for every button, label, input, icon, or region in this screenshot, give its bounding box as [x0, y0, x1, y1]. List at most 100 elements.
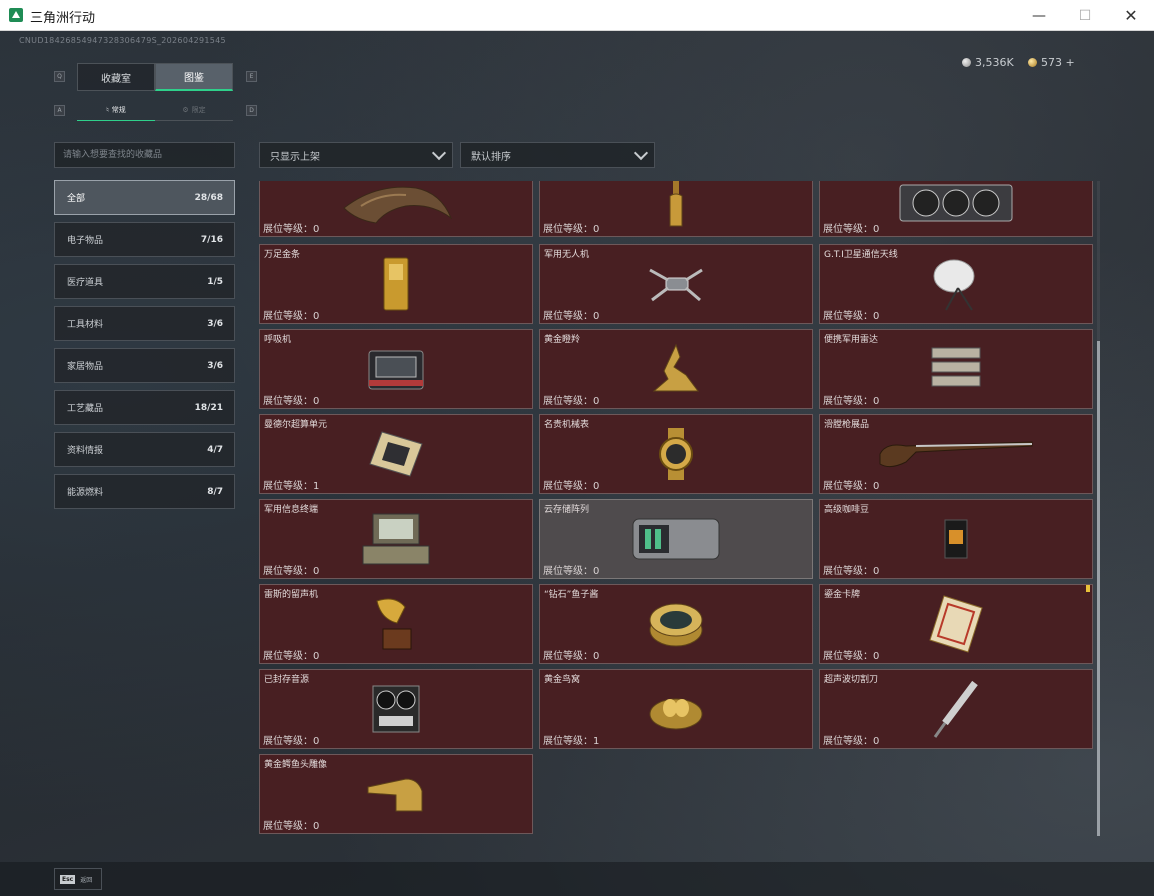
shelf-filter-dropdown[interactable]: 只显示上架 — [259, 142, 453, 168]
item-card-ultrasonic-cutter[interactable]: 超声波切割刀 展位等级：0 — [819, 669, 1093, 749]
category-all[interactable]: 全部 28/68 — [54, 180, 235, 215]
item-card-musket[interactable]: 滑膛枪展品 展位等级：0 — [819, 414, 1093, 494]
item-card-sealed-audio[interactable]: 已封存音源 展位等级：0 — [259, 669, 533, 749]
item-name: 云存储阵列 — [544, 505, 590, 515]
category-label: 工艺藏品 — [67, 404, 104, 414]
item-card-ventilator[interactable]: 呼吸机 展位等级：0 — [259, 329, 533, 409]
item-name: 黄金鸟窝 — [544, 675, 581, 685]
graphics-card-icon — [899, 184, 1013, 222]
item-name: 雷斯的留声机 — [264, 590, 319, 600]
crocodile-icon — [367, 778, 423, 812]
item-card-watch[interactable]: 名贵机械表 展位等级：0 — [539, 414, 813, 494]
item-card-claw[interactable]: 展位等级：0 — [259, 181, 533, 237]
item-name: 曼德尔超算单元 — [264, 420, 328, 430]
item-level: 展位等级：0 — [543, 224, 600, 235]
grid-scrollbar-thumb[interactable] — [1097, 341, 1100, 836]
storage-array-icon — [632, 518, 720, 560]
key-hint-q: Q — [54, 71, 65, 82]
category-medical[interactable]: 医疗道具 1/5 — [54, 264, 235, 299]
ventilator-icon — [368, 350, 424, 390]
item-card-golden-nest[interactable]: 黄金鸟窝 展位等级：1 — [539, 669, 813, 749]
search-input[interactable] — [54, 142, 235, 168]
chevron-down-icon — [633, 145, 649, 161]
tab-codex[interactable]: 图鉴 — [155, 63, 233, 91]
category-household[interactable]: 家居物品 3/6 — [54, 348, 235, 383]
category-label: 全部 — [67, 194, 86, 204]
item-card-coffee-beans[interactable]: 高级咖啡豆 展位等级：0 — [819, 499, 1093, 579]
maximize-button[interactable]: ☐ — [1062, 0, 1108, 31]
item-card-graphics-card[interactable]: 展位等级：0 — [819, 181, 1093, 237]
item-name: 万足金条 — [264, 250, 301, 260]
category-crafts[interactable]: 工艺藏品 18/21 — [54, 390, 235, 425]
category-count: 28/68 — [194, 192, 223, 203]
item-level: 展位等级：0 — [823, 651, 880, 662]
item-name: 呼吸机 — [264, 335, 292, 345]
category-label: 能源燃料 — [67, 488, 104, 498]
item-level: 展位等级：0 — [263, 224, 320, 235]
footer-bar — [0, 862, 1154, 896]
item-name: 名贵机械表 — [544, 420, 590, 430]
item-card-gold-crocodile[interactable]: 黄金鳄鱼头雕像 展位等级：0 — [259, 754, 533, 834]
bottle-icon — [669, 181, 683, 227]
item-card-gilded-card[interactable]: 鎏金卡牌 展位等级：0 — [819, 584, 1093, 664]
item-level: 展位等级：0 — [543, 481, 600, 492]
back-button[interactable]: Esc 返回 — [54, 868, 102, 890]
sort-dropdown[interactable]: 默认排序 — [460, 142, 655, 168]
item-level: 展位等级：0 — [263, 396, 320, 407]
item-name: 滑膛枪展品 — [824, 420, 870, 430]
item-level: 展位等级：0 — [823, 481, 880, 492]
item-level: 展位等级：1 — [543, 736, 600, 747]
window-titlebar: 三角洲行动 — ☐ ✕ — [0, 0, 1154, 31]
category-tools[interactable]: 工具材料 3/6 — [54, 306, 235, 341]
item-card-satellite[interactable]: G.T.I卫星通信天线 展位等级：0 — [819, 244, 1093, 324]
shelf-filter-value: 只显示上架 — [270, 151, 320, 163]
item-name: “钻石”鱼子酱 — [544, 590, 599, 600]
cutter-icon — [933, 680, 978, 738]
key-hint-d: D — [246, 105, 257, 116]
item-level: 展位等级：0 — [823, 396, 880, 407]
gold-currency[interactable]: 573 + — [1028, 56, 1075, 69]
close-button[interactable]: ✕ — [1108, 0, 1154, 31]
item-name: 已封存音源 — [264, 675, 310, 685]
item-level: 展位等级：0 — [543, 651, 600, 662]
item-card-supercomputer-unit[interactable]: 曼德尔超算单元 展位等级：1 — [259, 414, 533, 494]
item-card-caviar[interactable]: “钻石”鱼子酱 展位等级：0 — [539, 584, 813, 664]
category-count: 8/7 — [207, 486, 223, 497]
subtab-limited-label: 限定 — [191, 106, 206, 114]
silver-coin-icon — [962, 58, 971, 67]
item-level: 展位等级：0 — [263, 566, 320, 577]
item-level: 展位等级：0 — [543, 311, 600, 322]
gramophone-icon — [376, 598, 412, 650]
item-card-storage-array[interactable]: 云存储阵列 展位等级：0 — [539, 499, 813, 579]
gold-bar-icon — [383, 257, 409, 311]
item-card-military-terminal[interactable]: 军用信息终端 展位等级：0 — [259, 499, 533, 579]
nest-icon — [649, 698, 703, 730]
category-electronics[interactable]: 电子物品 7/16 — [54, 222, 235, 257]
item-level: 展位等级：0 — [823, 566, 880, 577]
category-label: 医疗道具 — [67, 278, 104, 288]
item-card-bottle[interactable]: 展位等级：0 — [539, 181, 813, 237]
key-hint-e: E — [246, 71, 257, 82]
regular-icon: ♮ — [106, 106, 109, 114]
category-count: 4/7 — [207, 444, 223, 455]
item-card-gramophone[interactable]: 雷斯的留声机 展位等级：0 — [259, 584, 533, 664]
category-energy[interactable]: 能源燃料 8/7 — [54, 474, 235, 509]
subtab-regular[interactable]: ♮ 常规 — [77, 100, 155, 121]
item-level: 展位等级：0 — [263, 651, 320, 662]
item-level: 展位等级：0 — [823, 311, 880, 322]
app-logo-icon — [9, 8, 23, 22]
item-card-drone[interactable]: 军用无人机 展位等级：0 — [539, 244, 813, 324]
item-level: 展位等级：1 — [263, 481, 320, 492]
esc-key-hint: Esc — [60, 874, 76, 884]
item-card-radar[interactable]: 便携军用雷达 展位等级：0 — [819, 329, 1093, 409]
subtab-limited[interactable]: ⚙ 限定 — [155, 100, 233, 121]
silver-amount: 3,536K — [975, 56, 1014, 69]
item-card-gold-bar[interactable]: 万足金条 展位等级：0 — [259, 244, 533, 324]
minimize-button[interactable]: — — [1016, 0, 1062, 31]
item-level: 展位等级：0 — [823, 736, 880, 747]
category-intel[interactable]: 资料情报 4/7 — [54, 432, 235, 467]
tab-collection-room[interactable]: 收藏室 — [77, 63, 155, 91]
item-card-gazelle[interactable]: 黄金瞪羚 展位等级：0 — [539, 329, 813, 409]
radar-icon — [931, 347, 981, 387]
category-label: 家居物品 — [67, 362, 104, 372]
